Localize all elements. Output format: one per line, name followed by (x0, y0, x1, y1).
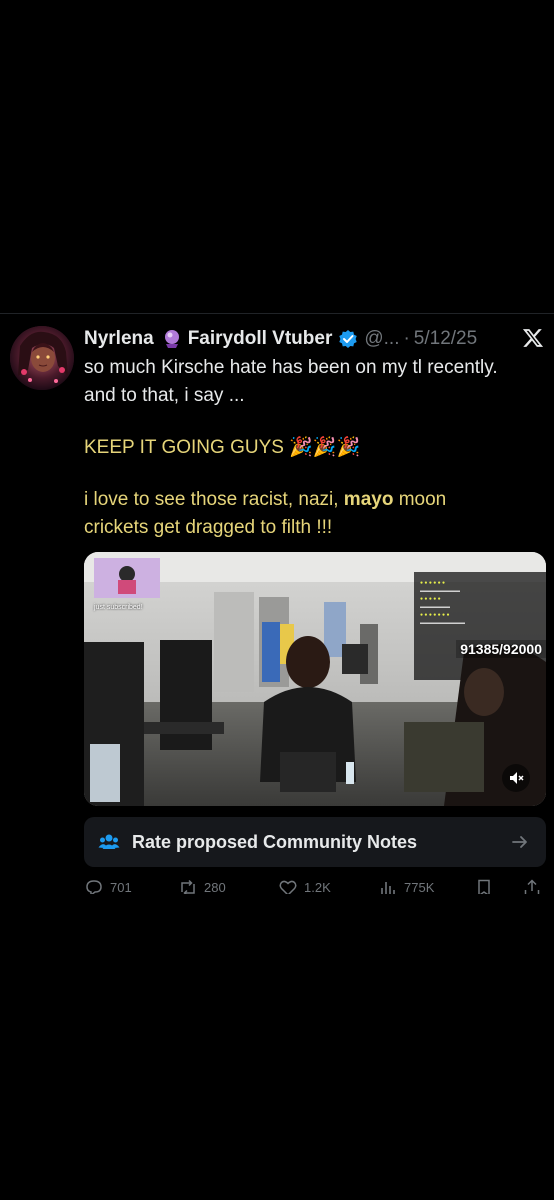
x-logo-icon (522, 327, 544, 349)
repost-count: 280 (204, 880, 226, 894)
reply-count: 701 (110, 880, 132, 894)
goal-counter: 91385/92000 (456, 640, 546, 658)
tweet-text: so much Kirsche hate has been on my tl r… (84, 354, 546, 542)
tweet-line-4: i love to see those racist, nazi, mayo m… (84, 486, 546, 514)
share-button[interactable] (522, 878, 548, 894)
tweet-date[interactable]: 5/12/25 (414, 328, 477, 350)
subscriber-label: just subscribed! (94, 604, 143, 611)
svg-text:▬▬▬▬▬▬▬▬▬: ▬▬▬▬▬▬▬▬▬ (420, 620, 465, 626)
people-icon (98, 831, 120, 853)
verified-badge-icon (338, 329, 358, 349)
bookmark-button[interactable] (474, 878, 500, 894)
name-suffix[interactable]: Fairydoll Vtuber (188, 328, 333, 350)
speaker-muted-icon (510, 772, 524, 784)
svg-text:● ● ● ● ● ●: ● ● ● ● ● ● (420, 580, 445, 586)
bookmark-icon (478, 879, 490, 894)
repost-button[interactable]: 280 (178, 878, 226, 894)
tweet-line-1: so much Kirsche hate has been on my tl r… (84, 357, 498, 378)
reply-icon (86, 880, 102, 894)
tweet-line-2: and to that, i say ... (84, 385, 245, 406)
tweet-line-4-part1: i love to see those racist, nazi, (84, 489, 344, 510)
community-notes-button[interactable]: Rate proposed Community Notes (84, 817, 546, 867)
like-count: 1.2K (304, 880, 331, 894)
views-button[interactable]: 775K (378, 878, 434, 894)
keep-going-text: KEEP IT GOING GUYS (84, 437, 284, 458)
avatar[interactable] (10, 326, 74, 390)
display-name[interactable]: Nyrlena (84, 328, 154, 350)
svg-text:▬▬▬▬▬▬: ▬▬▬▬▬▬ (420, 604, 450, 610)
like-button[interactable]: 1.2K (278, 878, 331, 894)
party-emojis: 🎉🎉🎉 (289, 437, 361, 458)
community-notes-label: Rate proposed Community Notes (132, 831, 418, 852)
repost-icon (181, 879, 195, 894)
tweet-line-3: KEEP IT GOING GUYS 🎉🎉🎉 (84, 434, 546, 462)
views-count: 775K (404, 880, 435, 894)
mute-button[interactable] (502, 764, 530, 792)
svg-text:▬▬▬▬▬▬▬▬: ▬▬▬▬▬▬▬▬ (420, 588, 460, 594)
share-icon (524, 879, 540, 894)
views-icon (381, 882, 395, 894)
svg-text:● ● ● ● ● ● ●: ● ● ● ● ● ● ● (420, 612, 449, 618)
handle[interactable]: @... (364, 328, 399, 350)
svg-text:● ● ● ● ●: ● ● ● ● ● (420, 596, 441, 602)
separator-dot: · (403, 328, 410, 349)
reply-button[interactable]: 701 (84, 878, 132, 894)
arrow-right-icon (510, 832, 530, 852)
tweet-header: Nyrlena Fairydoll Vtuber @... · 5/12/25 (84, 324, 546, 354)
heart-icon (279, 880, 297, 894)
tweet-line-4-part2: moon (393, 489, 447, 510)
tweet-card[interactable]: Nyrlena Fairydoll Vtuber @... · 5/12/25 … (0, 314, 554, 894)
crystal-ball-icon (162, 329, 182, 349)
tweet-line-4-bold: mayo (343, 489, 394, 510)
tweet-line-5: crickets get dragged to filth !!! (84, 517, 333, 538)
media-video[interactable]: ● ● ● ● ● ● ● ● ● ● ● ● ● ● ● ● ● ● ▬▬▬▬… (84, 552, 546, 806)
tweet-actions: 701 280 1.2K 775K (84, 878, 546, 894)
